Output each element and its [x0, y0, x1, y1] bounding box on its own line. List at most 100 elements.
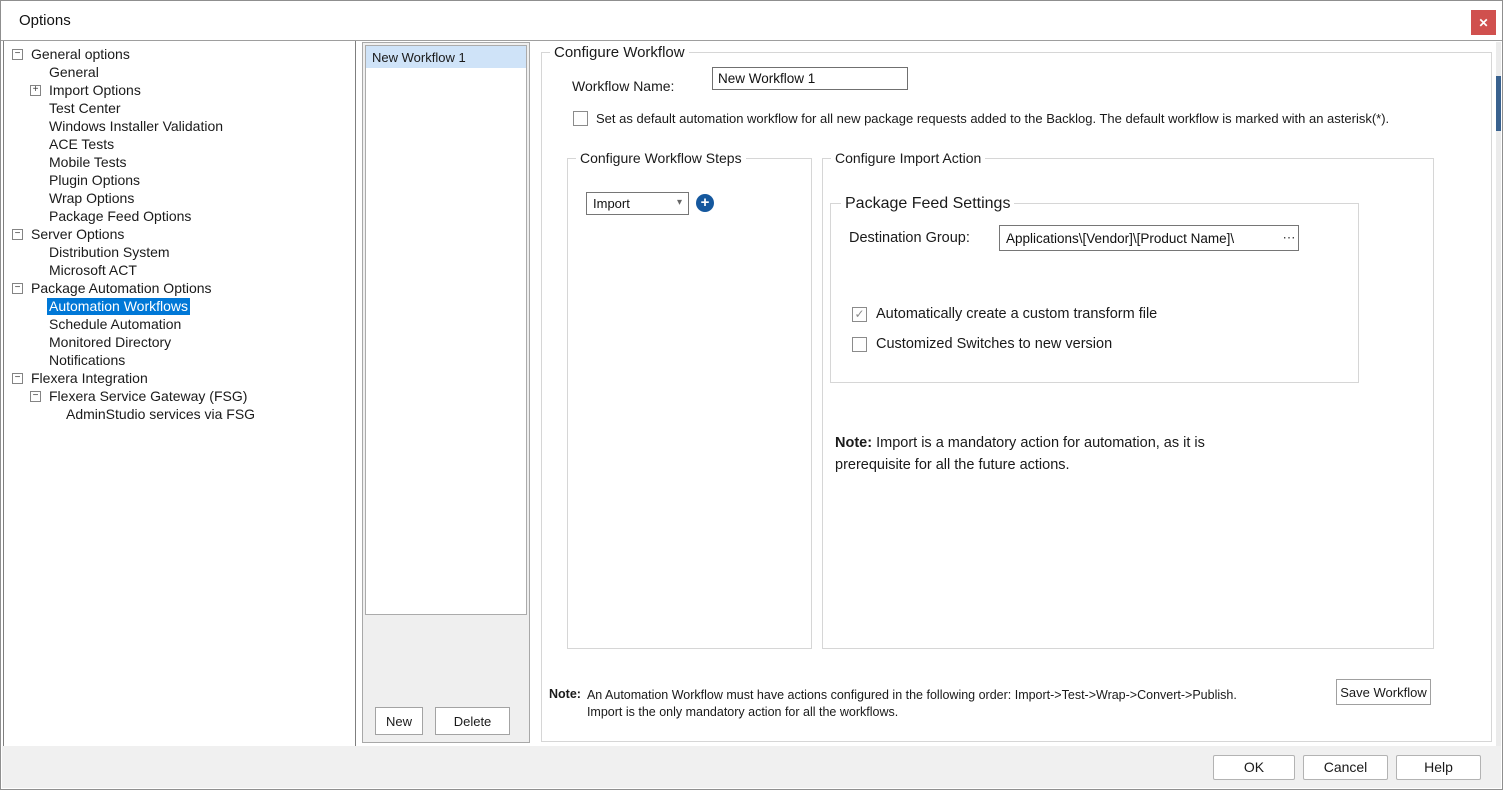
tree-item-mobile-tests[interactable]: Mobile Tests	[4, 153, 355, 171]
cancel-button[interactable]: Cancel	[1303, 755, 1388, 780]
destination-group-field: ⋯	[999, 225, 1299, 251]
default-workflow-row: Set as default automation workflow for a…	[573, 111, 1389, 126]
scrollbar-thumb[interactable]	[1496, 76, 1501, 131]
transform-checkbox-row: ✓ Automatically create a custom transfor…	[852, 306, 1157, 322]
chevron-down-icon: ▾	[677, 197, 682, 208]
workflow-order-note: Note: An Automation Workflow must have a…	[549, 687, 1237, 721]
collapse-icon[interactable]: −	[12, 283, 23, 294]
tree-item-ace-tests[interactable]: ACE Tests	[4, 135, 355, 153]
new-workflow-button[interactable]: New	[375, 707, 423, 735]
tree-item-package-feed-options[interactable]: Package Feed Options	[4, 207, 355, 225]
tree-item-package-automation-options[interactable]: −Package Automation Options	[4, 279, 355, 297]
tree-item-windows-installer-validation[interactable]: Windows Installer Validation	[4, 117, 355, 135]
destination-group-input[interactable]	[1000, 231, 1280, 246]
tree-item-label: General	[47, 64, 101, 81]
tree-item-label: Test Center	[47, 100, 123, 117]
default-workflow-checkbox-label: Set as default automation workflow for a…	[596, 111, 1389, 126]
tree-item-label: Monitored Directory	[47, 334, 173, 351]
workflow-name-input[interactable]	[712, 67, 908, 90]
vertical-scrollbar[interactable]	[1496, 42, 1501, 748]
collapse-icon[interactable]: −	[12, 49, 23, 60]
workflow-steps-group: Configure Workflow Steps Import ▾ +	[567, 158, 812, 649]
tree-item-import-options[interactable]: + Import Options	[4, 81, 355, 99]
browse-button[interactable]: ⋯	[1280, 226, 1298, 250]
tree-item-distribution-system[interactable]: Distribution System	[4, 243, 355, 261]
help-button[interactable]: Help	[1396, 755, 1481, 780]
configure-workflow-group: Configure Workflow Workflow Name: Set as…	[541, 52, 1492, 742]
bottom-note-line1: An Automation Workflow must have actions…	[587, 687, 1237, 704]
transform-checkbox-label: Automatically create a custom transform …	[876, 306, 1157, 322]
package-feed-settings-group: Package Feed Settings Destination Group:…	[830, 203, 1359, 383]
switches-checkbox-label: Customized Switches to new version	[876, 336, 1112, 352]
transform-checkbox[interactable]: ✓	[852, 307, 867, 322]
plus-icon: +	[701, 195, 710, 211]
tree-item-general-options[interactable]: −General options	[4, 45, 355, 63]
tree-item-label: Schedule Automation	[47, 316, 183, 333]
tree-item-microsoft-act[interactable]: Microsoft ACT	[4, 261, 355, 279]
note-text-line2: prerequisite for all the future actions.	[835, 455, 1265, 477]
switches-checkbox-row: Customized Switches to new version	[852, 336, 1112, 352]
tree-item-flexera-service-gateway-fsg[interactable]: −Flexera Service Gateway (FSG)	[4, 387, 355, 405]
expand-icon[interactable]: +	[30, 85, 41, 96]
destination-group-label: Destination Group:	[849, 230, 970, 246]
tree-item-label: Notifications	[47, 352, 127, 369]
bottom-note-line2: Import is the only mandatory action for …	[587, 704, 1237, 721]
tree-item-server-options[interactable]: −Server Options	[4, 225, 355, 243]
tree-item-monitored-directory[interactable]: Monitored Directory	[4, 333, 355, 351]
tree-item-adminstudio-services-via-fsg[interactable]: AdminStudio services via FSG	[4, 405, 355, 423]
tree-item-label: Wrap Options	[47, 190, 136, 207]
tree-item-label: Package Automation Options	[29, 280, 214, 297]
workflow-list-item[interactable]: New Workflow 1	[366, 46, 526, 68]
close-icon: ✕	[1478, 16, 1488, 30]
step-dropdown-value: Import	[593, 196, 630, 211]
tree-item-label: Flexera Integration	[29, 370, 150, 387]
tree-item-schedule-automation[interactable]: Schedule Automation	[4, 315, 355, 333]
default-workflow-checkbox[interactable]	[573, 111, 588, 126]
titlebar: Options ✕	[1, 1, 1502, 41]
workflow-list: New Workflow 1	[365, 45, 527, 615]
dialog-footer: OK Cancel Help	[2, 746, 1501, 788]
save-workflow-button[interactable]: Save Workflow	[1336, 679, 1431, 705]
import-mandatory-note: Note: Import is a mandatory action for a…	[835, 433, 1265, 477]
tree-item-label: AdminStudio services via FSG	[64, 406, 257, 423]
tree-item-label: Distribution System	[47, 244, 172, 261]
tree-item-label: General options	[29, 46, 132, 63]
options-tree: −General optionsGeneral+Import OptionsTe…	[3, 41, 356, 747]
delete-workflow-button[interactable]: Delete	[435, 707, 510, 735]
workflow-steps-title: Configure Workflow Steps	[576, 150, 746, 166]
ok-button[interactable]: OK	[1213, 755, 1295, 780]
configure-workflow-title: Configure Workflow	[550, 44, 689, 61]
window-title: Options	[19, 12, 71, 29]
tree-item-wrap-options[interactable]: Wrap Options	[4, 189, 355, 207]
collapse-icon[interactable]: −	[30, 391, 41, 402]
note-label: Note:	[835, 435, 872, 451]
tree-item-label: Server Options	[29, 226, 126, 243]
workflow-name-label: Workflow Name:	[572, 78, 674, 94]
import-action-title: Configure Import Action	[831, 150, 985, 166]
tree-item-label: Import Options	[47, 82, 143, 99]
tree-item-automation-workflows[interactable]: Automation Workflows	[4, 297, 355, 315]
tree-item-notifications[interactable]: Notifications	[4, 351, 355, 369]
collapse-icon[interactable]: −	[12, 229, 23, 240]
tree-item-label: Microsoft ACT	[47, 262, 139, 279]
package-feed-settings-title: Package Feed Settings	[841, 195, 1014, 213]
tree-item-test-center[interactable]: Test Center	[4, 99, 355, 117]
bottom-note-label: Note:	[549, 687, 581, 721]
tree-item-plugin-options[interactable]: Plugin Options	[4, 171, 355, 189]
switches-checkbox[interactable]	[852, 337, 867, 352]
step-dropdown[interactable]: Import ▾	[586, 192, 689, 215]
import-action-group: Configure Import Action Package Feed Set…	[822, 158, 1434, 649]
note-text-line1: Import is a mandatory action for automat…	[872, 435, 1205, 451]
tree-item-label: Flexera Service Gateway (FSG)	[47, 388, 249, 405]
collapse-icon[interactable]: −	[12, 373, 23, 384]
add-step-button[interactable]: +	[696, 194, 714, 212]
tree-item-label: Windows Installer Validation	[47, 118, 225, 135]
tree-item-general[interactable]: General	[4, 63, 355, 81]
tree-item-label: Package Feed Options	[47, 208, 193, 225]
tree-item-label: ACE Tests	[47, 136, 116, 153]
tree-item-label: Mobile Tests	[47, 154, 129, 171]
options-dialog: Options ✕ −General optionsGeneral+Import…	[0, 0, 1503, 790]
tree-item-flexera-integration[interactable]: −Flexera Integration	[4, 369, 355, 387]
workflow-list-panel: New Workflow 1 New Delete	[362, 42, 530, 743]
close-button[interactable]: ✕	[1471, 10, 1496, 35]
